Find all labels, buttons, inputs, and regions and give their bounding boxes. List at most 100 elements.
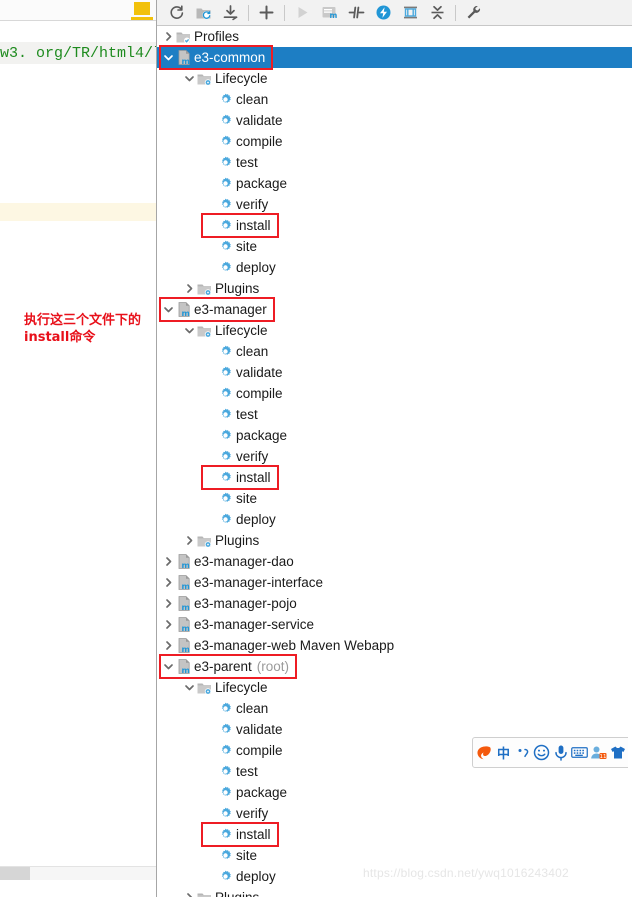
tree-item-label: package — [236, 785, 288, 800]
tree-twisty-placeholder — [203, 740, 217, 761]
sogou-ime-toolbar[interactable]: 中 11 — [472, 737, 632, 768]
tree-item-label: site — [236, 239, 258, 254]
tree-row-e3-manager-interface[interactable]: m e3-manager-interface — [157, 572, 632, 593]
tree-row-install[interactable]: install — [157, 215, 632, 236]
tree-row-verify[interactable]: verify — [157, 803, 632, 824]
tree-row-e3-parent[interactable]: m e3-parent (root) — [157, 656, 632, 677]
tree-twisty-placeholder — [203, 845, 217, 866]
tree-twisty-placeholder — [203, 719, 217, 740]
tree-row-deploy[interactable]: deploy — [157, 257, 632, 278]
tree-row-package[interactable]: package — [157, 782, 632, 803]
goal-gear-icon — [217, 236, 234, 257]
tree-twisty-collapsed[interactable] — [161, 572, 175, 593]
tree-row-plugins[interactable]: Plugins — [157, 887, 632, 897]
tree-row-validate[interactable]: validate — [157, 362, 632, 383]
punctuation-mode-icon[interactable] — [514, 742, 531, 764]
tree-twisty-collapsed[interactable] — [182, 887, 196, 897]
tree-item-label: Lifecycle — [215, 680, 268, 695]
goal-gear-icon — [217, 404, 234, 425]
tree-item-label: verify — [236, 806, 269, 821]
tree-row-verify[interactable]: verify — [157, 194, 632, 215]
tree-twisty-collapsed[interactable] — [182, 278, 196, 299]
tree-row-package[interactable]: package — [157, 173, 632, 194]
chinese-mode-icon[interactable]: 中 — [495, 742, 512, 764]
show-dependencies-icon[interactable] — [397, 1, 424, 25]
voice-input-icon[interactable] — [552, 742, 569, 764]
tree-row-e3-manager-service[interactable]: m e3-manager-service — [157, 614, 632, 635]
tree-twisty-placeholder — [203, 467, 217, 488]
tree-twisty-expanded[interactable] — [161, 47, 175, 68]
reimport-icon[interactable] — [163, 1, 190, 25]
tree-twisty-expanded[interactable] — [182, 68, 196, 89]
tree-twisty-expanded[interactable] — [161, 656, 175, 677]
tree-row-clean[interactable]: clean — [157, 341, 632, 362]
tree-row-verify[interactable]: verify — [157, 446, 632, 467]
skin-icon[interactable] — [609, 742, 626, 764]
user-center-icon[interactable]: 11 — [590, 742, 607, 764]
run-icon — [289, 1, 316, 25]
goal-gear-icon — [217, 257, 234, 278]
tree-row-lifecycle[interactable]: Lifecycle — [157, 677, 632, 698]
tree-row-e3-manager[interactable]: m e3-manager — [157, 299, 632, 320]
yellow-tab-marker-icon — [134, 2, 150, 15]
tree-twisty-expanded[interactable] — [161, 299, 175, 320]
tree-row-e3-common[interactable]: m e3-common — [157, 47, 632, 68]
tree-row-clean[interactable]: clean — [157, 89, 632, 110]
svg-text:m: m — [181, 645, 189, 653]
tree-item-label: Lifecycle — [215, 323, 268, 338]
tree-row-package[interactable]: package — [157, 425, 632, 446]
tree-row-install[interactable]: install — [157, 824, 632, 845]
add-icon[interactable] — [253, 1, 280, 25]
maven-module-icon: m — [175, 635, 192, 656]
sogou-logo-icon[interactable] — [476, 742, 493, 764]
tree-row-site[interactable]: site — [157, 236, 632, 257]
tree-row-e3-manager-web-maven-webapp[interactable]: m e3-manager-web Maven Webapp — [157, 635, 632, 656]
tree-twisty-expanded[interactable] — [182, 320, 196, 341]
tree-twisty-collapsed[interactable] — [161, 26, 175, 47]
tree-row-profiles[interactable]: Profiles — [157, 26, 632, 47]
emoji-icon[interactable] — [533, 742, 550, 764]
tree-twisty-collapsed[interactable] — [182, 530, 196, 551]
tree-row-deploy[interactable]: deploy — [157, 509, 632, 530]
tree-row-validate[interactable]: validate — [157, 110, 632, 131]
tree-item-label: e3-manager-dao — [194, 554, 294, 569]
goal-gear-icon — [217, 89, 234, 110]
tree-row-test[interactable]: test — [157, 152, 632, 173]
tree-row-lifecycle[interactable]: Lifecycle — [157, 320, 632, 341]
tree-twisty-expanded[interactable] — [182, 677, 196, 698]
tree-row-plugins[interactable]: Plugins — [157, 278, 632, 299]
tree-row-site[interactable]: site — [157, 488, 632, 509]
expand-collapse-icon[interactable] — [424, 1, 451, 25]
tree-row-lifecycle[interactable]: Lifecycle — [157, 68, 632, 89]
tree-item-label: package — [236, 428, 288, 443]
toggle-skip-tests-icon[interactable] — [370, 1, 397, 25]
generate-sources-icon[interactable] — [190, 1, 217, 25]
download-sources-icon[interactable] — [217, 1, 244, 25]
tree-row-site[interactable]: site — [157, 845, 632, 866]
horizontal-scrollbar[interactable] — [0, 866, 156, 880]
tree-item-label: e3-manager-web Maven Webapp — [194, 638, 395, 653]
maven-module-icon: m — [175, 593, 192, 614]
tree-row-plugins[interactable]: Plugins — [157, 530, 632, 551]
tree-row-clean[interactable]: clean — [157, 698, 632, 719]
goal-gear-icon — [217, 446, 234, 467]
tree-twisty-collapsed[interactable] — [161, 635, 175, 656]
toggle-offline-icon[interactable] — [343, 1, 370, 25]
tree-row-test[interactable]: test — [157, 404, 632, 425]
tree-row-compile[interactable]: compile — [157, 131, 632, 152]
tree-twisty-collapsed[interactable] — [161, 551, 175, 572]
tree-row-install[interactable]: install — [157, 467, 632, 488]
tree-twisty-placeholder — [203, 341, 217, 362]
goal-gear-icon — [217, 824, 234, 845]
tree-row-e3-manager-dao[interactable]: m e3-manager-dao — [157, 551, 632, 572]
horizontal-scrollbar-thumb[interactable] — [0, 867, 30, 880]
tree-twisty-collapsed[interactable] — [161, 593, 175, 614]
soft-keyboard-icon[interactable] — [571, 742, 588, 764]
tree-item-label: package — [236, 176, 288, 191]
tree-row-e3-manager-pojo[interactable]: m e3-manager-pojo — [157, 593, 632, 614]
execute-goal-icon[interactable]: m — [316, 1, 343, 25]
tree-twisty-placeholder — [203, 89, 217, 110]
tree-twisty-collapsed[interactable] — [161, 614, 175, 635]
tree-row-compile[interactable]: compile — [157, 383, 632, 404]
settings-wrench-icon[interactable] — [460, 1, 487, 25]
